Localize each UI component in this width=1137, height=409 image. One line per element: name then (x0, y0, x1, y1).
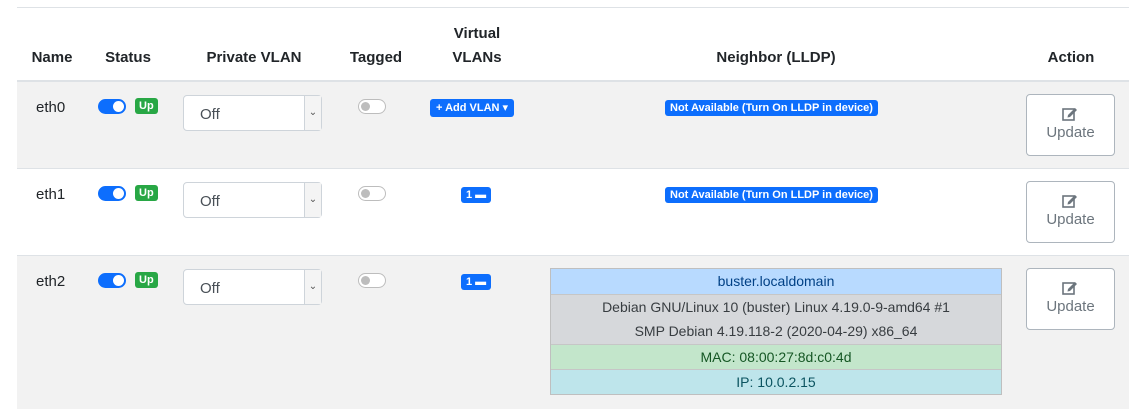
status-toggle[interactable] (98, 99, 126, 114)
neighbor-ip: IP: 10.0.2.15 (551, 370, 1001, 394)
status-badge: Up (135, 185, 158, 201)
tagged-toggle[interactable] (358, 99, 386, 114)
col-header-name: Name (31, 49, 73, 66)
neighbor-description-line2: SMP Debian 4.19.118-2 (2020-04-29) x86_6… (634, 323, 918, 339)
interface-name: eth2 (36, 273, 66, 290)
update-button[interactable]: Update (1026, 268, 1115, 330)
vlan-count-badge[interactable]: 1 ▬ (461, 274, 492, 290)
col-header-tagged: Tagged (349, 49, 403, 66)
update-button[interactable]: Update (1026, 94, 1115, 156)
edit-icon (1062, 195, 1077, 208)
update-button[interactable]: Update (1026, 181, 1115, 243)
neighbor-description: Debian GNU/Linux 10 (buster) Linux 4.19.… (551, 295, 1001, 345)
col-header-virtual-vlans-line2: VLANs (452, 49, 502, 66)
neighbor-description-line1: Debian GNU/Linux 10 (buster) Linux 4.19.… (602, 299, 950, 315)
vlan-count-badge[interactable]: 1 ▬ (461, 187, 492, 203)
chevron-down-icon: ⌄ (304, 270, 321, 304)
neighbor-hostname: buster.localdomain (551, 269, 1001, 295)
edit-icon (1062, 108, 1077, 121)
edit-icon (1062, 282, 1077, 295)
tagged-toggle[interactable] (358, 273, 386, 288)
interface-name: eth1 (36, 186, 66, 203)
private-vlan-select[interactable]: Off ⌄ (183, 182, 322, 218)
private-vlan-value: Off (200, 106, 220, 123)
status-toggle[interactable] (98, 186, 126, 201)
col-header-status: Status (105, 49, 151, 66)
lldp-neighbor-details: buster.localdomain Debian GNU/Linux 10 (… (550, 268, 1002, 395)
interface-name: eth0 (36, 99, 66, 116)
col-header-virtual-vlans-line1: Virtual (453, 25, 501, 42)
chevron-down-icon: ⌄ (304, 183, 321, 217)
status-badge: Up (135, 272, 158, 288)
private-vlan-select[interactable]: Off ⌄ (183, 269, 322, 305)
status-badge: Up (135, 98, 158, 114)
update-button-label: Update (1046, 211, 1095, 228)
status-toggle[interactable] (98, 273, 126, 288)
neighbor-mac: MAC: 08:00:27:8d:c0:4d (551, 345, 1001, 370)
col-header-neighbor: Neighbor (LLDP) (716, 49, 836, 66)
update-button-label: Update (1046, 298, 1095, 315)
private-vlan-select[interactable]: Off ⌄ (183, 95, 322, 131)
col-header-private-vlan: Private VLAN (206, 49, 302, 66)
neighbor-unavailable-badge: Not Available (Turn On LLDP in device) (665, 187, 878, 203)
table-top-border (17, 7, 1129, 8)
add-vlan-button[interactable]: + Add VLAN ▾ (430, 99, 515, 117)
neighbor-unavailable-badge: Not Available (Turn On LLDP in device) (665, 100, 878, 116)
chevron-down-icon: ⌄ (304, 96, 321, 130)
private-vlan-value: Off (200, 280, 220, 297)
private-vlan-value: Off (200, 193, 220, 210)
tagged-toggle[interactable] (358, 186, 386, 201)
update-button-label: Update (1046, 124, 1095, 141)
col-header-action: Action (1047, 49, 1095, 66)
